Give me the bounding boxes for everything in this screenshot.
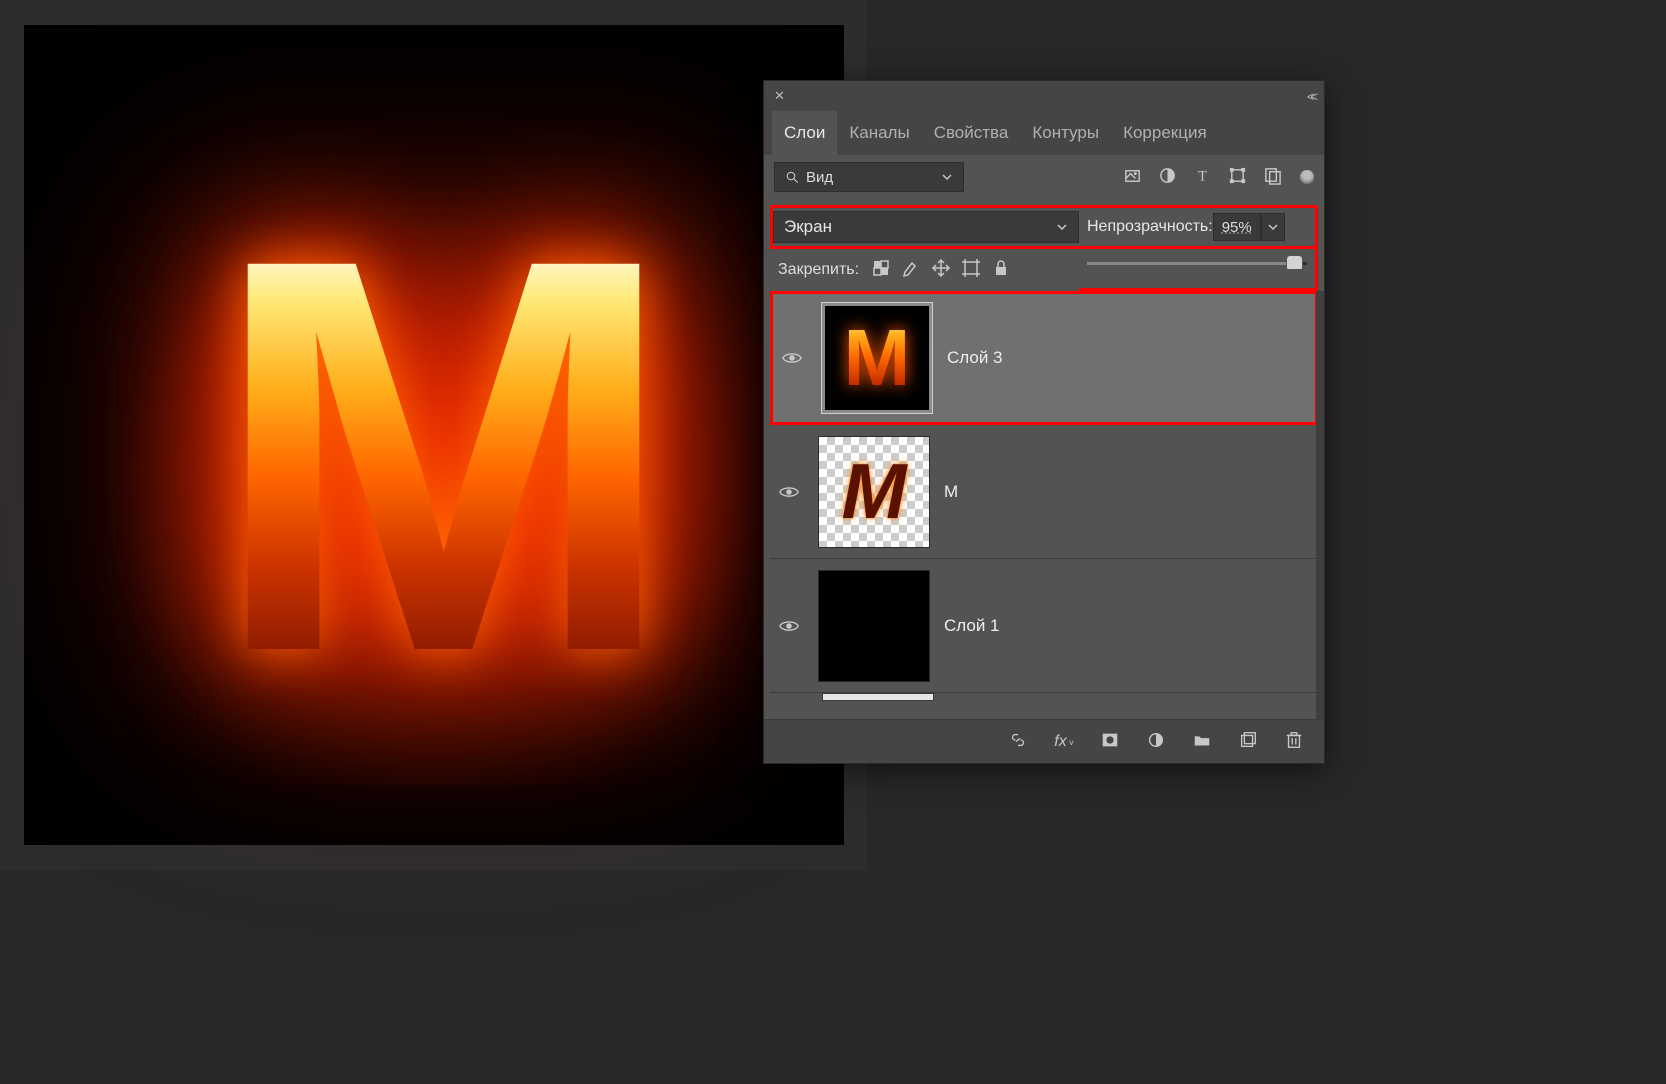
lock-label: Закрепить: [778, 261, 859, 279]
layer-row-partial [770, 693, 1318, 713]
layer-name[interactable]: Слой 3 [947, 348, 1003, 368]
lock-artboard-icon[interactable] [961, 258, 981, 282]
filter-adjustment-icon[interactable] [1158, 166, 1177, 189]
layer-thumbnail[interactable] [818, 570, 930, 682]
layers-list: M Слой 3 M М Слой 1 [764, 291, 1324, 719]
layer-fx-icon[interactable]: fx˅ [1054, 733, 1074, 751]
opacity-label[interactable]: Непрозрачность: [1087, 218, 1213, 236]
collapse-icon[interactable]: << [1307, 89, 1314, 104]
layer-row[interactable]: M М [770, 425, 1318, 559]
visibility-toggle[interactable] [774, 615, 804, 637]
visibility-toggle[interactable] [774, 481, 804, 503]
tab-layers[interactable]: Слои [772, 111, 837, 155]
delete-layer-icon[interactable] [1284, 730, 1304, 754]
filter-smartobject-icon[interactable] [1263, 166, 1282, 189]
layer-row[interactable]: Слой 1 [770, 559, 1318, 693]
filter-toggle[interactable] [1300, 170, 1314, 184]
lock-pixels-icon[interactable] [901, 258, 921, 282]
layer-group-icon[interactable] [1192, 730, 1212, 754]
adjustment-layer-icon[interactable] [1146, 730, 1166, 754]
layer-thumbnail-partial [822, 693, 934, 701]
visibility-toggle[interactable] [777, 347, 807, 369]
layer-name[interactable]: М [944, 482, 958, 502]
filter-pixel-icon[interactable] [1123, 166, 1142, 189]
lock-transparency-icon[interactable] [871, 258, 891, 282]
layer-thumbnail[interactable]: M [818, 436, 930, 548]
blend-mode-value: Экран [784, 217, 832, 237]
filter-shape-icon[interactable] [1228, 166, 1247, 189]
document-canvas[interactable]: M [0, 0, 867, 870]
opacity-slider[interactable] [1079, 246, 1315, 280]
layer-name[interactable]: Слой 1 [944, 616, 1000, 636]
close-icon[interactable]: ✕ [774, 88, 785, 104]
opacity-input[interactable]: 95% [1213, 213, 1261, 241]
blend-mode-select[interactable]: Экран [773, 211, 1079, 243]
scrollbar[interactable] [1316, 291, 1324, 719]
layer-filter-row: Вид T [764, 155, 1324, 199]
svg-text:T: T [1198, 168, 1207, 184]
new-layer-icon[interactable] [1238, 730, 1258, 754]
layer-thumbnail[interactable]: M [821, 302, 933, 414]
panel-titlebar: ✕ << [764, 81, 1324, 111]
layers-panel: ✕ << Слои Каналы Свойства Контуры Коррек… [763, 80, 1325, 764]
artwork: M [24, 25, 844, 845]
tab-paths[interactable]: Контуры [1020, 111, 1111, 155]
link-layers-icon[interactable] [1008, 730, 1028, 754]
filter-label: Вид [806, 169, 833, 186]
layer-mask-icon[interactable] [1100, 730, 1120, 754]
opacity-dropdown-icon[interactable] [1261, 213, 1285, 241]
tab-properties[interactable]: Свойства [922, 111, 1021, 155]
lock-all-icon[interactable] [991, 258, 1011, 282]
tab-channels[interactable]: Каналы [837, 111, 921, 155]
opacity-slider-thumb[interactable] [1286, 255, 1303, 270]
layers-footer: fx˅ [764, 719, 1324, 763]
panel-tabs: Слои Каналы Свойства Контуры Коррекция [764, 111, 1324, 155]
filter-type-icon[interactable]: T [1193, 166, 1212, 189]
layer-filter-select[interactable]: Вид [774, 162, 964, 192]
lock-position-icon[interactable] [931, 258, 951, 282]
filter-type-icons: T [1123, 166, 1282, 189]
fire-letter: M [210, 231, 656, 679]
layer-row[interactable]: M Слой 3 [770, 291, 1318, 425]
tab-adjustments[interactable]: Коррекция [1111, 111, 1219, 155]
